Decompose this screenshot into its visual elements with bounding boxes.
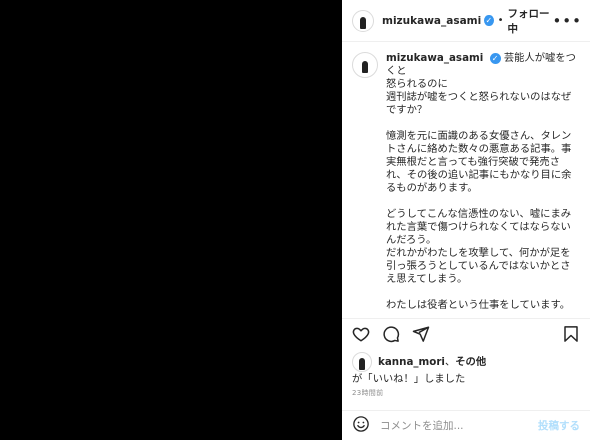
caption-text: mizukawa_asami ✓ 芸能人が嘘をつくと 怒られるのに 週刊誌が嘘を… [386,52,576,310]
caption-line: わたしは役者という仕事をしています。 [386,299,571,310]
likes-joiner: 、 [444,356,456,368]
post-comment-button[interactable]: 投稿する [538,418,580,433]
liker-avatar[interactable] [352,352,372,372]
author-username[interactable]: mizukawa_asami [382,15,481,27]
caption-line: 引っ張ろうとしているんではないかとさ [386,260,571,272]
author-avatar[interactable] [352,9,374,32]
caption-line: 怒られるのに [386,78,448,90]
caption-line: トさんに絡めた数々の悪意ある記事。事 [386,143,572,155]
post-media[interactable] [0,0,342,440]
likes-summary: kanna_mori、その他 が「いいね！」しました [352,352,486,386]
comment-icon[interactable] [382,325,400,343]
likes-others-link[interactable]: その他 [455,355,486,369]
emoji-icon[interactable] [352,415,370,437]
caption: mizukawa_asami ✓ 芸能人が嘘をつくと 怒られるのに 週刊誌が嘘を… [342,52,590,310]
following-button[interactable]: フォロー中 [508,6,553,36]
action-bar [342,318,590,348]
caption-line: れた言葉で傷つけられなくてはならない [386,221,571,233]
caption-line: え思えてしまう。 [386,273,468,285]
verified-badge-icon: ✓ [484,15,494,26]
more-horizontal-icon[interactable]: ••• [552,12,582,30]
caption-avatar[interactable] [352,52,378,78]
post-timestamp[interactable]: 23時間前 [352,388,383,398]
caption-paragraph: 憶測を元に面識のある女優さん、タレン トさんに絡めた数々の悪意ある記事。事 実無… [386,130,576,195]
caption-paragraph: どうしてこんな信憑性のない、嘘にまみ れた言葉で傷つけられなくてはならない んだ… [386,208,576,286]
comment-input[interactable] [380,419,520,432]
post-sidebar: mizukawa_asami ✓ • フォロー中 ••• mizukawa_as… [342,0,590,440]
liker-username[interactable]: kanna_mori [378,355,445,369]
share-icon[interactable] [412,325,430,343]
caption-line: 憶測を元に面識のある女優さん、タレン [386,130,572,142]
caption-line: どうしてこんな信憑性のない、嘘にまみ [386,208,572,220]
heart-icon[interactable] [352,325,370,343]
caption-paragraph: わたしは役者という仕事をしています。 [386,299,576,310]
caption-line: だれかがわたしを攻撃して、何かが足を [386,247,571,259]
likes-suffix: が「いいね！」しました [352,373,466,385]
caption-line: 実無根だと言っても強行突破で発売さ [386,156,561,168]
comment-bar: 投稿する [342,410,590,440]
caption-line: 週刊誌が嘘をつくと怒られないのはなぜ [386,91,572,103]
header-separator: • [497,15,504,26]
caption-line: るものがあります。 [386,182,478,194]
caption-line: ですか？ [386,104,428,116]
bookmark-icon[interactable] [562,325,580,343]
caption-line: んだろう。 [386,234,437,246]
caption-line: れ、その後の追い記事にもかなり目に余 [386,169,572,181]
post-header: mizukawa_asami ✓ • フォロー中 ••• [342,0,590,42]
caption-username[interactable]: mizukawa_asami [386,52,483,64]
verified-badge-icon: ✓ [489,52,501,64]
